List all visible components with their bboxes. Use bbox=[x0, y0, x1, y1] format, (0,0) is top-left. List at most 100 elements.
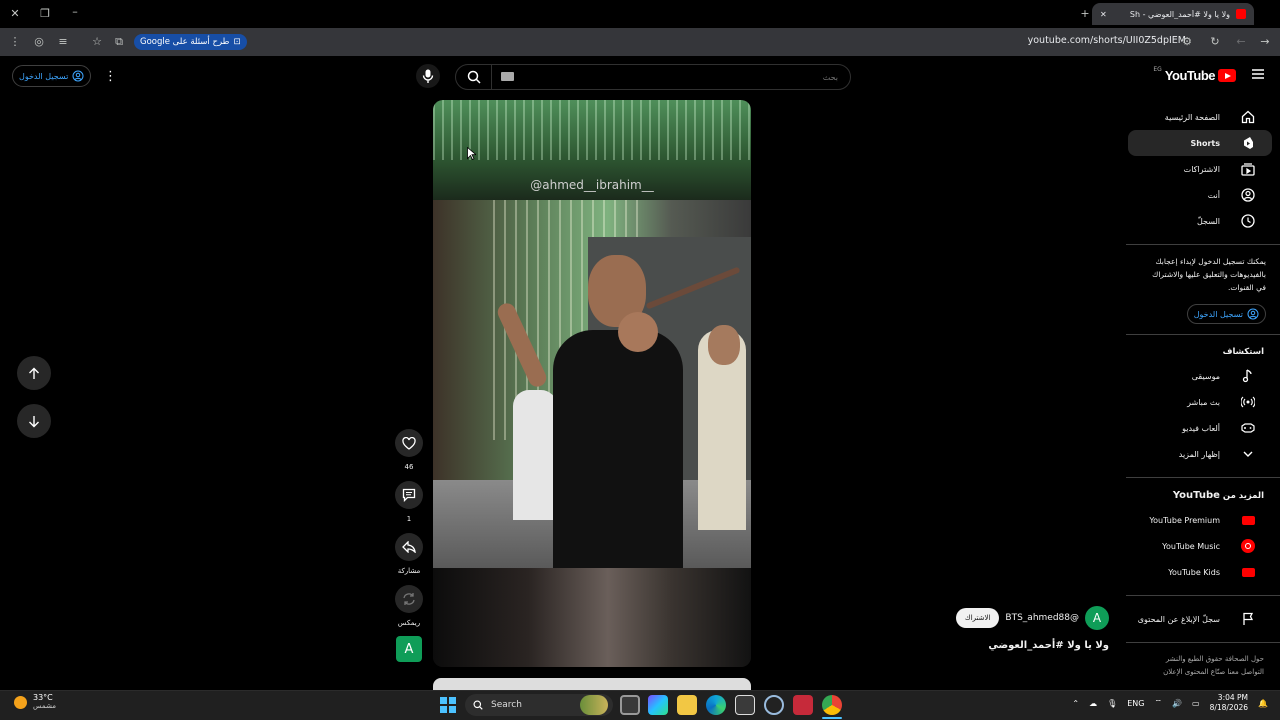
sidebar-item-label: إظهار المزيد bbox=[1178, 449, 1220, 459]
tab-close-icon[interactable]: ✕ bbox=[1100, 10, 1107, 19]
remix-action: ريمكس bbox=[395, 585, 423, 627]
sidebar-signin-button[interactable]: تسجيل الدخول bbox=[1186, 304, 1266, 324]
sidebar-item-subscriptions[interactable]: الاشتراكات bbox=[1128, 156, 1272, 182]
subscriptions-icon bbox=[1241, 163, 1255, 176]
sidebar-item-label: السجلّ bbox=[1196, 216, 1220, 226]
settings-more-icon[interactable]: ⋮ bbox=[104, 69, 117, 84]
youtube-logo[interactable]: EG YouTube bbox=[1153, 66, 1236, 83]
video-man-body bbox=[553, 330, 683, 568]
chrome-icon[interactable] bbox=[822, 695, 842, 715]
notification-bell-icon[interactable]: 🔔 bbox=[1258, 699, 1268, 708]
app-v-icon[interactable] bbox=[793, 695, 813, 715]
sidebar-item-music[interactable]: موسيقى bbox=[1128, 363, 1272, 389]
taskbar-search-label: Search bbox=[491, 700, 522, 710]
search-button[interactable] bbox=[456, 65, 492, 89]
comment-button[interactable] bbox=[395, 481, 423, 509]
next-short-preview[interactable] bbox=[433, 678, 751, 690]
bookmark-star-icon[interactable]: ☆ bbox=[90, 35, 104, 49]
sidebar-item-you[interactable]: أنت bbox=[1128, 182, 1272, 208]
sun-icon bbox=[14, 695, 27, 709]
video-man-hand bbox=[618, 312, 658, 352]
sidebar-item-shorts[interactable]: Shorts bbox=[1128, 130, 1272, 156]
sidebar-show-more[interactable]: إظهار المزيد bbox=[1128, 441, 1272, 467]
mic-tray-icon[interactable]: 🎙 bbox=[1107, 699, 1117, 708]
more-from-youtube-title: المزيد من YouTube bbox=[1126, 488, 1280, 507]
reload-icon[interactable]: ↻ bbox=[1208, 35, 1222, 49]
shorts-video-player[interactable]: @ahmed__ibrahim__ bbox=[433, 100, 751, 667]
lens-icon[interactable]: ◎ bbox=[32, 35, 46, 49]
wifi-icon[interactable]: ⌔ bbox=[1155, 698, 1163, 708]
store-icon[interactable] bbox=[735, 695, 755, 715]
new-tab-icon[interactable]: + bbox=[1078, 7, 1092, 21]
channel-avatar-small[interactable]: A bbox=[1085, 606, 1109, 630]
channel-avatar[interactable]: A bbox=[396, 636, 422, 662]
forward-icon[interactable]: ← bbox=[1234, 35, 1248, 49]
cloud-icon[interactable]: ☁ bbox=[1089, 699, 1097, 708]
weather-widget[interactable]: 33°C مشمس bbox=[14, 693, 56, 711]
task-view-icon[interactable] bbox=[620, 695, 640, 715]
address-bar-url[interactable]: youtube.com/shorts/UII0Z5dpIEM bbox=[1028, 35, 1186, 46]
like-button[interactable] bbox=[395, 429, 423, 457]
settings-gear-icon[interactable] bbox=[764, 695, 784, 715]
next-short-button[interactable] bbox=[17, 404, 51, 438]
sidebar-item-live[interactable]: بث مباشر bbox=[1128, 389, 1272, 415]
comment-action: 1 bbox=[395, 481, 423, 523]
install-app-icon[interactable]: ⧉ bbox=[112, 35, 126, 49]
ask-google-chip[interactable]: ⊡ طرح أسئلة على Google bbox=[134, 34, 247, 50]
gaming-icon bbox=[1241, 423, 1255, 433]
sidebar-item-label: الصفحة الرئيسية bbox=[1164, 112, 1220, 122]
windows-start-icon[interactable] bbox=[440, 697, 456, 713]
footer-line[interactable]: التواصل معنا صنّاع المحتوى الإعلان bbox=[1142, 666, 1264, 679]
sidebar-item-report[interactable]: سجلّ الإبلاغ عن المحتوى bbox=[1128, 606, 1272, 632]
language-indicator[interactable]: ENG bbox=[1127, 699, 1144, 708]
widget-landscape-icon[interactable] bbox=[580, 695, 608, 715]
search-input[interactable] bbox=[492, 72, 850, 82]
system-tray: ⌃ ☁ 🎙 ENG ⌔ 🔊 ▭ 3:04 PM 8/18/2026 🔔 bbox=[1072, 693, 1268, 713]
copilot-icon[interactable] bbox=[648, 695, 668, 715]
guide-sidebar: الصفحة الرئيسية Shorts الاشتراكات أنت ال… bbox=[1126, 100, 1280, 690]
sidebar-item-premium[interactable]: YouTube Premium bbox=[1128, 507, 1272, 533]
sidebar-item-gaming[interactable]: ألعاب فيديو bbox=[1128, 415, 1272, 441]
sidebar-item-kids[interactable]: YouTube Kids bbox=[1128, 559, 1272, 585]
edge-icon[interactable] bbox=[706, 695, 726, 715]
sidebar-item-history[interactable]: السجلّ bbox=[1128, 208, 1272, 234]
previous-short-button[interactable] bbox=[17, 356, 51, 390]
footer-links[interactable]: حول الصحافة حقوق الطبع والنشر التواصل مع… bbox=[1126, 653, 1280, 679]
signin-label: تسجيل الدخول bbox=[1193, 309, 1243, 319]
channel-name[interactable]: @BTS_ahmed88 bbox=[1005, 613, 1079, 623]
microphone-icon bbox=[422, 69, 434, 83]
clock[interactable]: 3:04 PM 8/18/2026 bbox=[1210, 693, 1248, 713]
subscribe-button[interactable]: الاشتراك bbox=[955, 608, 1000, 628]
battery-icon[interactable]: ▭ bbox=[1192, 699, 1200, 708]
voice-search-button[interactable] bbox=[416, 64, 440, 88]
country-code: EG bbox=[1153, 66, 1162, 73]
sidebar-item-home[interactable]: الصفحة الرئيسية bbox=[1128, 104, 1272, 130]
remix-button[interactable] bbox=[395, 585, 423, 613]
keyboard-icon[interactable] bbox=[501, 72, 514, 81]
tab-title: ولا يا ولا #أحمد_العوضي - Sh bbox=[1129, 9, 1230, 19]
tray-overflow-icon[interactable]: ⌃ bbox=[1072, 699, 1079, 708]
signin-button[interactable]: تسجيل الدخول bbox=[12, 65, 92, 87]
restore-window-icon[interactable]: ❐ bbox=[38, 7, 52, 21]
video-person-background bbox=[513, 390, 557, 520]
volume-icon[interactable]: 🔊 bbox=[1172, 699, 1182, 708]
close-window-icon[interactable]: ✕ bbox=[8, 7, 22, 21]
site-settings-icon[interactable]: ⚙ bbox=[1180, 35, 1194, 49]
share-button[interactable] bbox=[395, 533, 423, 561]
file-explorer-icon[interactable] bbox=[677, 695, 697, 715]
divider bbox=[1126, 477, 1280, 478]
video-lights bbox=[433, 100, 751, 160]
browser-tab[interactable]: ولا يا ولا #أحمد_العوضي - Sh ✕ bbox=[1092, 3, 1254, 25]
youtube-favicon-icon bbox=[1236, 9, 1246, 19]
signin-label: تسجيل الدخول bbox=[19, 71, 69, 81]
video-watermark: @ahmed__ibrahim__ bbox=[530, 178, 654, 192]
minimize-window-icon[interactable]: – bbox=[68, 5, 82, 19]
active-app-indicator bbox=[822, 717, 842, 719]
hamburger-menu-icon[interactable] bbox=[1252, 69, 1264, 79]
sidebar-item-music-app[interactable]: YouTube Music bbox=[1128, 533, 1272, 559]
back-icon[interactable]: → bbox=[1258, 35, 1272, 49]
menu-icon[interactable]: ⋮ bbox=[8, 35, 22, 49]
translate-icon[interactable]: ≡ bbox=[56, 35, 70, 49]
footer-line[interactable]: حول الصحافة حقوق الطبع والنشر bbox=[1142, 653, 1264, 666]
video-bottom-region bbox=[433, 568, 751, 667]
